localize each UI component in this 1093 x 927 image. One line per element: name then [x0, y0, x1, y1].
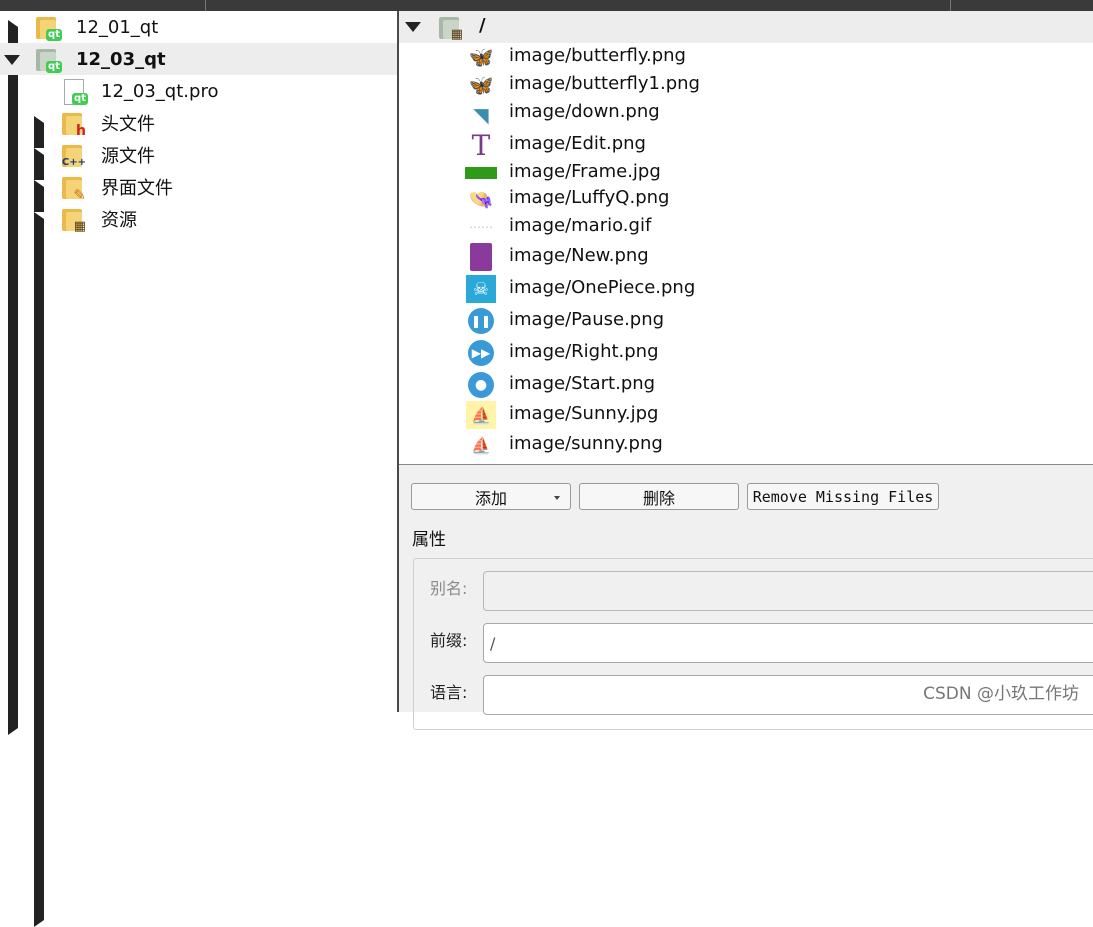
- qt-pro-file-icon: qt: [62, 78, 88, 105]
- resource-file-row[interactable]: 👒 image/LuffyQ.png: [399, 185, 1093, 213]
- resource-file-row[interactable]: 🦋 image/butterfly1.png: [399, 71, 1093, 99]
- file-label: image/butterfly.png: [509, 45, 686, 66]
- resource-file-tree: ▦ / 🦋 image/butterfly.png 🦋 image/butter…: [399, 11, 1093, 464]
- dropdown-caret-icon[interactable]: [554, 496, 560, 500]
- remove-button-label: 删除: [642, 488, 675, 508]
- alias-label: 别名:: [430, 579, 468, 598]
- resource-file-row[interactable]: ❚❚ image/Pause.png: [399, 307, 1093, 335]
- tree-item-project-12-01[interactable]: qt 12_01_qt: [0, 11, 712, 735]
- qt-project-folder-icon: qt: [36, 46, 62, 73]
- tree-item-label: 12_03_qt.pro: [101, 80, 219, 102]
- forms-folder-icon: ✎: [62, 174, 86, 203]
- tree-item-label: 头文件: [101, 114, 155, 135]
- text-edit-image-icon: T: [471, 128, 491, 162]
- resource-file-row[interactable]: ▶▶ image/Right.png: [399, 339, 1093, 367]
- tree-item-headers[interactable]: h 头文件: [0, 107, 738, 831]
- file-label: image/butterfly1.png: [509, 73, 700, 94]
- pause-image-icon: ❚❚: [465, 307, 497, 335]
- resource-file-row[interactable]: ☠ image/OnePiece.png: [399, 275, 1093, 303]
- sources-folder-icon: C++: [62, 142, 86, 168]
- properties-group-title: 属性: [412, 530, 446, 550]
- prefix-field[interactable]: /: [483, 623, 1093, 663]
- add-button[interactable]: 添加: [411, 483, 571, 510]
- file-label: image/sunny.png: [509, 433, 663, 454]
- file-label: image/Start.png: [509, 373, 656, 394]
- file-label: image/Frame.jpg: [509, 161, 661, 182]
- resource-file-row[interactable]: ● image/Start.png: [399, 371, 1093, 399]
- resource-file-row[interactable]: ⋯⋯ image/mario.gif: [399, 213, 1093, 241]
- tree-item-label: 12_01_qt: [76, 16, 159, 38]
- prefix-field-label: 前缀:: [430, 631, 468, 650]
- file-label: image/down.png: [509, 101, 660, 122]
- resource-file-row[interactable]: 🦋 image/butterfly.png: [399, 43, 1093, 71]
- tree-item-label: 12_03_qt: [76, 48, 166, 70]
- collapse-arrow-icon[interactable]: [4, 55, 20, 65]
- qt-project-folder-icon: qt: [36, 14, 62, 41]
- resources-folder-icon: ▦: [62, 206, 86, 233]
- language-label: 语言:: [430, 683, 468, 702]
- tree-item-label: 资源: [101, 210, 137, 231]
- alias-field[interactable]: [483, 571, 1093, 611]
- resource-file-row[interactable]: image/New.png: [399, 243, 1093, 271]
- tree-item-project-12-03[interactable]: qt 12_03_qt: [0, 43, 397, 75]
- tree-item-label: 界面文件: [101, 178, 173, 199]
- tree-item-forms[interactable]: ✎ 界面文件: [0, 171, 738, 895]
- file-label: image/LuffyQ.png: [509, 187, 670, 208]
- file-label: image/New.png: [509, 245, 649, 266]
- resource-prefix-folder-icon: ▦: [439, 14, 463, 41]
- tree-item-label: 源文件: [101, 146, 155, 167]
- sunny-ship-image-icon: ⛵: [465, 401, 497, 429]
- new-document-image-icon: [465, 243, 497, 271]
- file-label: image/Sunny.jpg: [509, 403, 659, 424]
- resource-file-row[interactable]: ⛵ image/Sunny.jpg: [399, 401, 1093, 429]
- fast-forward-image-icon: ▶▶: [465, 339, 497, 367]
- tree-item-pro-file[interactable]: qt 12_03_qt.pro: [0, 75, 397, 107]
- file-label: image/Right.png: [509, 341, 659, 362]
- file-label: image/Edit.png: [509, 133, 646, 154]
- luffy-image-icon: 👒: [468, 187, 494, 211]
- down-arrow-image-icon: ◥: [473, 103, 489, 127]
- onepiece-skull-image-icon: ☠: [465, 275, 497, 303]
- headers-folder-icon: h: [62, 110, 86, 138]
- sunny-ship-image-icon: ⛵: [471, 435, 491, 455]
- butterfly-image-icon: 🦋: [468, 73, 494, 97]
- file-label: image/Pause.png: [509, 309, 665, 330]
- remove-button[interactable]: 删除: [579, 483, 739, 510]
- butterfly-image-icon: 🦋: [468, 45, 494, 69]
- resource-file-row[interactable]: T image/Edit.png: [399, 128, 1093, 162]
- resource-controls-panel: 添加 删除 Remove Missing Files 属性 别名: 前缀: / …: [399, 465, 1093, 730]
- resource-file-row[interactable]: image/Frame.jpg: [399, 159, 1093, 187]
- project-tree: qt 12_01_qt qt 12_03_qt qt 12_03_qt.pro …: [0, 11, 738, 927]
- resource-prefix-row[interactable]: ▦ /: [399, 11, 1093, 43]
- remove-missing-label: Remove Missing Files: [752, 487, 934, 506]
- tree-item-resources[interactable]: ▦ 资源: [0, 203, 738, 927]
- mario-gif-icon: ⋯⋯: [469, 220, 493, 234]
- top-toolbar-strip: [0, 0, 1093, 11]
- add-button-label: 添加: [474, 488, 507, 508]
- file-label: image/mario.gif: [509, 215, 652, 236]
- resource-editor: ▦ / 🦋 image/butterfly.png 🦋 image/butter…: [399, 11, 1093, 730]
- resource-file-row[interactable]: ⛵ image/sunny.png: [399, 431, 1093, 459]
- frame-image-icon: [465, 159, 497, 187]
- file-label: image/OnePiece.png: [509, 277, 696, 298]
- csdn-watermark: CSDN @小玖工作坊: [923, 684, 1079, 704]
- start-record-image-icon: ●: [465, 371, 497, 399]
- collapse-arrow-icon[interactable]: [405, 22, 421, 32]
- resource-file-row[interactable]: ◥ image/down.png: [399, 99, 1093, 127]
- remove-missing-files-button[interactable]: Remove Missing Files: [747, 483, 939, 510]
- tree-item-sources[interactable]: C++ 源文件: [0, 139, 738, 863]
- prefix-label: /: [479, 15, 486, 36]
